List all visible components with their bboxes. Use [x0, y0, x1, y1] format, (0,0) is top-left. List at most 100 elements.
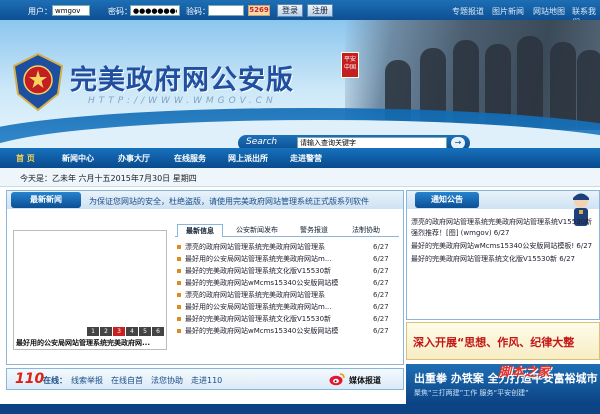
weibo-icon[interactable] — [329, 372, 345, 386]
news-title[interactable]: 最好的完美政府网站wMcms15340公安版网站模 — [185, 277, 361, 289]
bullet-icon — [177, 317, 181, 321]
notice-title: 通知公告 — [415, 192, 479, 208]
photo-news[interactable]: 1 2 3 4 5 6 最好用的公安局网站管理系统完美政府网... — [13, 230, 167, 350]
campaign-subline: 聚焦“三打两建”工作 服务“平安创建” — [414, 389, 529, 397]
toplink-sitemap[interactable]: 网站地图 — [533, 6, 565, 17]
news-list-item[interactable]: 最好的完美政府网站管理系统文化版V15530新 6/27 — [177, 313, 401, 325]
news-list-item[interactable]: 漂亮的政府网站管理系统完美政府网站管理系 6/27 — [177, 241, 401, 253]
captcha-image[interactable]: 5269 — [248, 5, 270, 16]
news-title[interactable]: 最好的完美政府网站管理系统文化版V15530新 — [185, 313, 361, 325]
news-title[interactable]: 最好用的公安局网站管理系统完美政府网站m... — [185, 253, 361, 265]
photo-page-4[interactable]: 4 — [126, 327, 138, 336]
notice-item[interactable]: 漂亮的政府网站管理系统完美政府网站管理系统V15530新强烈推荐！[图] (wm… — [411, 217, 597, 239]
nav-home[interactable]: 首 页 — [16, 153, 35, 164]
news-tabs: 最新信息 公安新闻发布 警务报道 法制协助 — [175, 223, 399, 237]
username-input[interactable] — [52, 5, 90, 16]
tab-police-news[interactable]: 公安新闻发布 — [227, 224, 287, 237]
news-list: 漂亮的政府网站管理系统完美政府网站管理系 6/27 最好用的公安局网站管理系统完美政… — [177, 241, 401, 337]
news-title[interactable]: 最好的完美政府网站wMcms15340公安版网站模 — [185, 325, 361, 337]
nav-service-hall[interactable]: 办事大厅 — [118, 153, 150, 164]
news-list-item[interactable]: 最好的完美政府网站wMcms15340公安版网站模 6/27 — [177, 277, 401, 289]
news-title[interactable]: 漂亮的政府网站管理系统完美政府网站管理系 — [185, 289, 361, 301]
bullet-icon — [177, 281, 181, 285]
search-bar: Search → — [238, 135, 470, 148]
date-text: 今天是：乙未年 六月十五2015年7月30日 星期四 — [20, 174, 197, 183]
photo-page-6[interactable]: 6 — [152, 327, 164, 336]
link-online-surrender[interactable]: 在线自首 — [111, 375, 143, 386]
online-label: 在线： — [43, 376, 67, 385]
watermark-logo: 脚本之家 — [498, 365, 551, 380]
latest-news-title: 最新新闻 — [11, 192, 81, 208]
news-title[interactable]: 最好用的公安局网站管理系统完美政府网站m... — [185, 301, 361, 313]
search-input[interactable] — [297, 137, 447, 148]
register-button[interactable]: 注册 — [307, 4, 333, 17]
service-strip: 110 在线： 线索举报 在线自首 法您协助 走进110 媒体报道 — [6, 368, 404, 390]
notice-item[interactable]: 最好的完美政府网站wMcms15340公安版网站模板! 6/27 — [411, 241, 597, 252]
header-banner: 完美政府网公安版 HTTP://WWW.WMGOV.CN 平安中国 Search… — [0, 20, 600, 148]
news-date: 6/27 — [373, 327, 389, 335]
hotline-110: 110 — [15, 371, 45, 387]
photo-page-5[interactable]: 5 — [139, 327, 151, 336]
media-report-label[interactable]: 媒体报道 — [349, 375, 381, 386]
link-assist[interactable]: 法您协助 — [151, 375, 183, 386]
photo-caption[interactable]: 最好用的公安局网站管理系统完美政府网... — [14, 337, 166, 349]
news-list-item[interactable]: 漂亮的政府网站管理系统完美政府网站管理系 6/27 — [177, 289, 401, 301]
news-date: 6/27 — [373, 243, 389, 251]
news-date: 6/27 — [373, 279, 389, 287]
notice-panel: 通知公告 漂亮的政府网站管理系统完美政府网站管理系统V15530新强烈推荐！[图… — [406, 190, 600, 320]
date-bar: 今天是：乙未年 六月十五2015年7月30日 星期四 — [0, 168, 600, 187]
password-input[interactable] — [130, 5, 180, 16]
news-list-item[interactable]: 最好用的公安局网站管理系统完美政府网站m... 6/27 — [177, 301, 401, 313]
login-button[interactable]: 登录 — [277, 4, 303, 17]
link-clue-report[interactable]: 线索举报 — [71, 375, 103, 386]
news-date: 6/27 — [373, 303, 389, 311]
announcement-marquee: 为保证您网站的安全，杜绝盗版，请使用完美政府网站管理系统正式版系列软件 — [89, 197, 369, 206]
peace-china-badge: 平安中国 — [341, 52, 359, 78]
news-date: 6/27 — [373, 255, 389, 263]
nav-news-center[interactable]: 新闻中心 — [62, 153, 94, 164]
news-date: 6/27 — [373, 267, 389, 275]
search-label: Search — [246, 137, 278, 147]
toplink-topics[interactable]: 专题报道 — [452, 6, 484, 17]
nav-police-camp[interactable]: 走进警营 — [290, 153, 322, 164]
top-login-bar: 用户： 密码： 验码： 5269 登录 注册 专题报道 图片新闻 网站地图 联系… — [0, 0, 600, 27]
captcha-input[interactable] — [208, 5, 244, 16]
photo-page-3[interactable]: 3 — [113, 327, 125, 336]
news-list-item[interactable]: 最好的完美政府网站wMcms15340公安版网站模 6/27 — [177, 325, 401, 337]
nav-online-service[interactable]: 在线服务 — [174, 153, 206, 164]
slogan-text: 深入开展“思想、作风、纪律大整 — [413, 336, 575, 349]
latest-news-panel: 最新新闻 为保证您网站的安全，杜绝盗版，请使用完美政府网站管理系统正式版系列软件… — [6, 190, 404, 365]
bullet-icon — [177, 269, 181, 273]
site-url: HTTP://WWW.WMGOV.CN — [88, 96, 277, 106]
news-date: 6/27 — [373, 291, 389, 299]
news-title[interactable]: 最好的完美政府网站管理系统文化版V15530新 — [185, 265, 361, 277]
tab-latest-info[interactable]: 最新信息 — [177, 224, 223, 237]
bullet-icon — [177, 293, 181, 297]
notice-item[interactable]: 最好的完美政府网站管理系统文化版V15530新 6/27 — [411, 254, 597, 265]
photo-page-2[interactable]: 2 — [100, 327, 112, 336]
news-date: 6/27 — [373, 315, 389, 323]
tab-police-report[interactable]: 警务报道 — [289, 224, 339, 237]
notice-list: 漂亮的政府网站管理系统完美政府网站管理系统V15530新强烈推荐！[图] (wm… — [411, 217, 597, 267]
captcha-label: 验码： — [186, 7, 210, 16]
site-title: 完美政府网公安版 — [70, 65, 294, 96]
news-list-item[interactable]: 最好的完美政府网站管理系统文化版V15530新 6/27 — [177, 265, 401, 277]
bullet-icon — [177, 257, 181, 261]
bullet-icon — [177, 329, 181, 333]
main-nav: 首 页 新闻中心 办事大厅 在线服务 网上派出所 走进警营 — [0, 148, 600, 168]
photo-pager: 1 2 3 4 5 6 — [86, 327, 164, 336]
tab-legal-help[interactable]: 法制协助 — [341, 224, 391, 237]
password-label: 密码： — [108, 7, 132, 16]
slogan-banner[interactable]: 深入开展“思想、作风、纪律大整 — [406, 322, 600, 360]
username-label: 用户： — [28, 7, 52, 16]
news-title[interactable]: 漂亮的政府网站管理系统完美政府网站管理系 — [185, 241, 361, 253]
police-emblem-icon — [12, 52, 64, 112]
nav-online-police-station[interactable]: 网上派出所 — [228, 153, 268, 164]
search-go-button[interactable]: → — [451, 137, 465, 148]
footer-bar — [0, 404, 600, 414]
photo-page-1[interactable]: 1 — [87, 327, 99, 336]
bullet-icon — [177, 305, 181, 309]
link-about-110[interactable]: 走进110 — [191, 375, 222, 386]
news-list-item[interactable]: 最好用的公安局网站管理系统完美政府网站m... 6/27 — [177, 253, 401, 265]
toplink-photo-news[interactable]: 图片新闻 — [492, 6, 524, 17]
